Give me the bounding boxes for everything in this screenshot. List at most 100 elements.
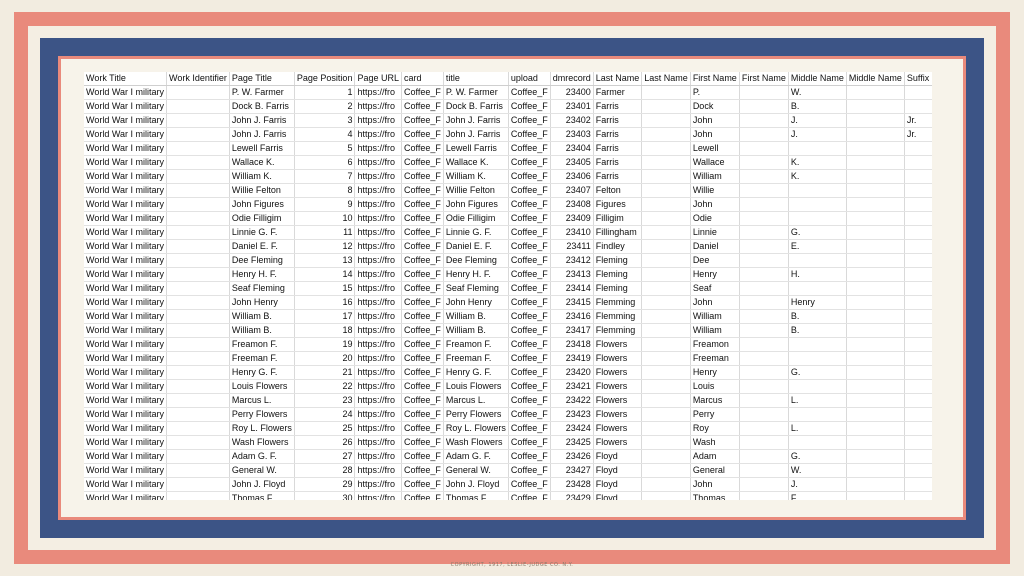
table-cell[interactable] bbox=[166, 155, 230, 170]
table-cell[interactable]: 24 bbox=[294, 407, 356, 422]
table-cell[interactable] bbox=[846, 113, 905, 128]
table-cell[interactable]: Coffee_F bbox=[401, 141, 444, 156]
table-cell[interactable]: Jr. bbox=[904, 127, 932, 142]
table-cell[interactable] bbox=[846, 85, 905, 100]
table-cell[interactable]: 17 bbox=[294, 309, 356, 324]
table-cell[interactable] bbox=[166, 323, 230, 338]
table-cell[interactable] bbox=[788, 337, 847, 352]
table-cell[interactable] bbox=[641, 477, 691, 492]
table-cell[interactable]: John Figures bbox=[443, 197, 509, 212]
table-cell[interactable] bbox=[739, 141, 789, 156]
table-cell[interactable]: 23422 bbox=[550, 393, 594, 408]
table-cell[interactable]: https://fro bbox=[354, 155, 402, 170]
column-header[interactable]: Page Position bbox=[294, 72, 356, 86]
table-cell[interactable]: Flemming bbox=[593, 309, 643, 324]
table-cell[interactable]: World War I military bbox=[84, 253, 168, 268]
table-cell[interactable]: Floyd bbox=[593, 449, 643, 464]
table-cell[interactable]: Seaf Fleming bbox=[229, 281, 295, 296]
table-cell[interactable]: Coffee_F bbox=[508, 407, 551, 422]
table-cell[interactable]: Coffee_F bbox=[508, 379, 551, 394]
table-cell[interactable]: General W. bbox=[229, 463, 295, 478]
table-cell[interactable]: World War I military bbox=[84, 85, 168, 100]
table-cell[interactable]: World War I military bbox=[84, 183, 168, 198]
table-cell[interactable]: Coffee_F bbox=[508, 85, 551, 100]
table-cell[interactable] bbox=[788, 211, 847, 226]
table-cell[interactable] bbox=[788, 435, 847, 450]
table-cell[interactable] bbox=[846, 323, 905, 338]
table-cell[interactable]: Flowers bbox=[593, 379, 643, 394]
table-cell[interactable]: Farris bbox=[593, 127, 643, 142]
table-cell[interactable] bbox=[166, 141, 230, 156]
table-cell[interactable]: Coffee_F bbox=[508, 421, 551, 436]
table-cell[interactable] bbox=[641, 463, 691, 478]
table-cell[interactable]: Jr. bbox=[904, 113, 932, 128]
table-cell[interactable]: 22 bbox=[294, 379, 356, 394]
table-cell[interactable] bbox=[904, 491, 932, 500]
table-cell[interactable]: World War I military bbox=[84, 365, 168, 380]
table-cell[interactable]: https://fro bbox=[354, 435, 402, 450]
table-cell[interactable] bbox=[846, 211, 905, 226]
table-cell[interactable]: B. bbox=[788, 323, 847, 338]
table-cell[interactable] bbox=[904, 169, 932, 184]
table-cell[interactable]: Marcus L. bbox=[229, 393, 295, 408]
table-cell[interactable]: Farris bbox=[593, 169, 643, 184]
table-cell[interactable]: Coffee_F bbox=[508, 197, 551, 212]
table-cell[interactable] bbox=[904, 267, 932, 282]
table-cell[interactable]: World War I military bbox=[84, 379, 168, 394]
table-cell[interactable]: World War I military bbox=[84, 267, 168, 282]
table-cell[interactable] bbox=[788, 281, 847, 296]
table-cell[interactable]: https://fro bbox=[354, 253, 402, 268]
table-cell[interactable]: Perry Flowers bbox=[229, 407, 295, 422]
table-cell[interactable]: Coffee_F bbox=[508, 323, 551, 338]
table-cell[interactable] bbox=[641, 85, 691, 100]
table-cell[interactable]: William K. bbox=[229, 169, 295, 184]
table-cell[interactable]: Wash Flowers bbox=[229, 435, 295, 450]
table-cell[interactable]: E. bbox=[788, 239, 847, 254]
table-cell[interactable] bbox=[846, 225, 905, 240]
table-cell[interactable]: Thomas F. bbox=[443, 491, 509, 500]
table-cell[interactable]: Flowers bbox=[593, 435, 643, 450]
table-cell[interactable]: Daniel E. F. bbox=[443, 239, 509, 254]
table-cell[interactable] bbox=[846, 365, 905, 380]
table-cell[interactable]: K. bbox=[788, 169, 847, 184]
column-header[interactable]: Work Identifier bbox=[166, 72, 230, 86]
column-header[interactable]: dmrecord bbox=[550, 72, 594, 86]
table-cell[interactable] bbox=[739, 281, 789, 296]
table-cell[interactable]: Coffee_F bbox=[508, 127, 551, 142]
table-cell[interactable] bbox=[166, 491, 230, 500]
table-cell[interactable]: 16 bbox=[294, 295, 356, 310]
table-cell[interactable]: 21 bbox=[294, 365, 356, 380]
table-cell[interactable] bbox=[166, 99, 230, 114]
table-cell[interactable] bbox=[166, 281, 230, 296]
table-cell[interactable]: 23421 bbox=[550, 379, 594, 394]
table-cell[interactable]: Perry Flowers bbox=[443, 407, 509, 422]
column-header[interactable]: upload bbox=[508, 72, 551, 86]
table-cell[interactable] bbox=[904, 155, 932, 170]
table-cell[interactable]: 23428 bbox=[550, 477, 594, 492]
table-cell[interactable]: L. bbox=[788, 421, 847, 436]
table-cell[interactable] bbox=[904, 393, 932, 408]
table-cell[interactable]: https://fro bbox=[354, 365, 402, 380]
table-cell[interactable] bbox=[641, 491, 691, 500]
table-cell[interactable]: https://fro bbox=[354, 169, 402, 184]
table-cell[interactable]: Filligim bbox=[593, 211, 643, 226]
table-cell[interactable]: William B. bbox=[443, 309, 509, 324]
table-cell[interactable]: World War I military bbox=[84, 197, 168, 212]
table-cell[interactable]: World War I military bbox=[84, 449, 168, 464]
table-cell[interactable]: Coffee_F bbox=[401, 449, 444, 464]
table-cell[interactable] bbox=[739, 225, 789, 240]
table-cell[interactable]: World War I military bbox=[84, 337, 168, 352]
table-cell[interactable]: Freamon bbox=[690, 337, 740, 352]
table-cell[interactable]: World War I military bbox=[84, 477, 168, 492]
table-cell[interactable]: Wallace bbox=[690, 155, 740, 170]
table-cell[interactable]: Coffee_F bbox=[401, 183, 444, 198]
table-cell[interactable] bbox=[846, 239, 905, 254]
table-cell[interactable]: Thomas bbox=[690, 491, 740, 500]
table-cell[interactable]: World War I military bbox=[84, 169, 168, 184]
table-cell[interactable] bbox=[739, 337, 789, 352]
table-cell[interactable]: Willie Felton bbox=[443, 183, 509, 198]
table-cell[interactable] bbox=[641, 309, 691, 324]
table-cell[interactable]: 19 bbox=[294, 337, 356, 352]
table-cell[interactable]: Willie Felton bbox=[229, 183, 295, 198]
table-cell[interactable] bbox=[739, 351, 789, 366]
